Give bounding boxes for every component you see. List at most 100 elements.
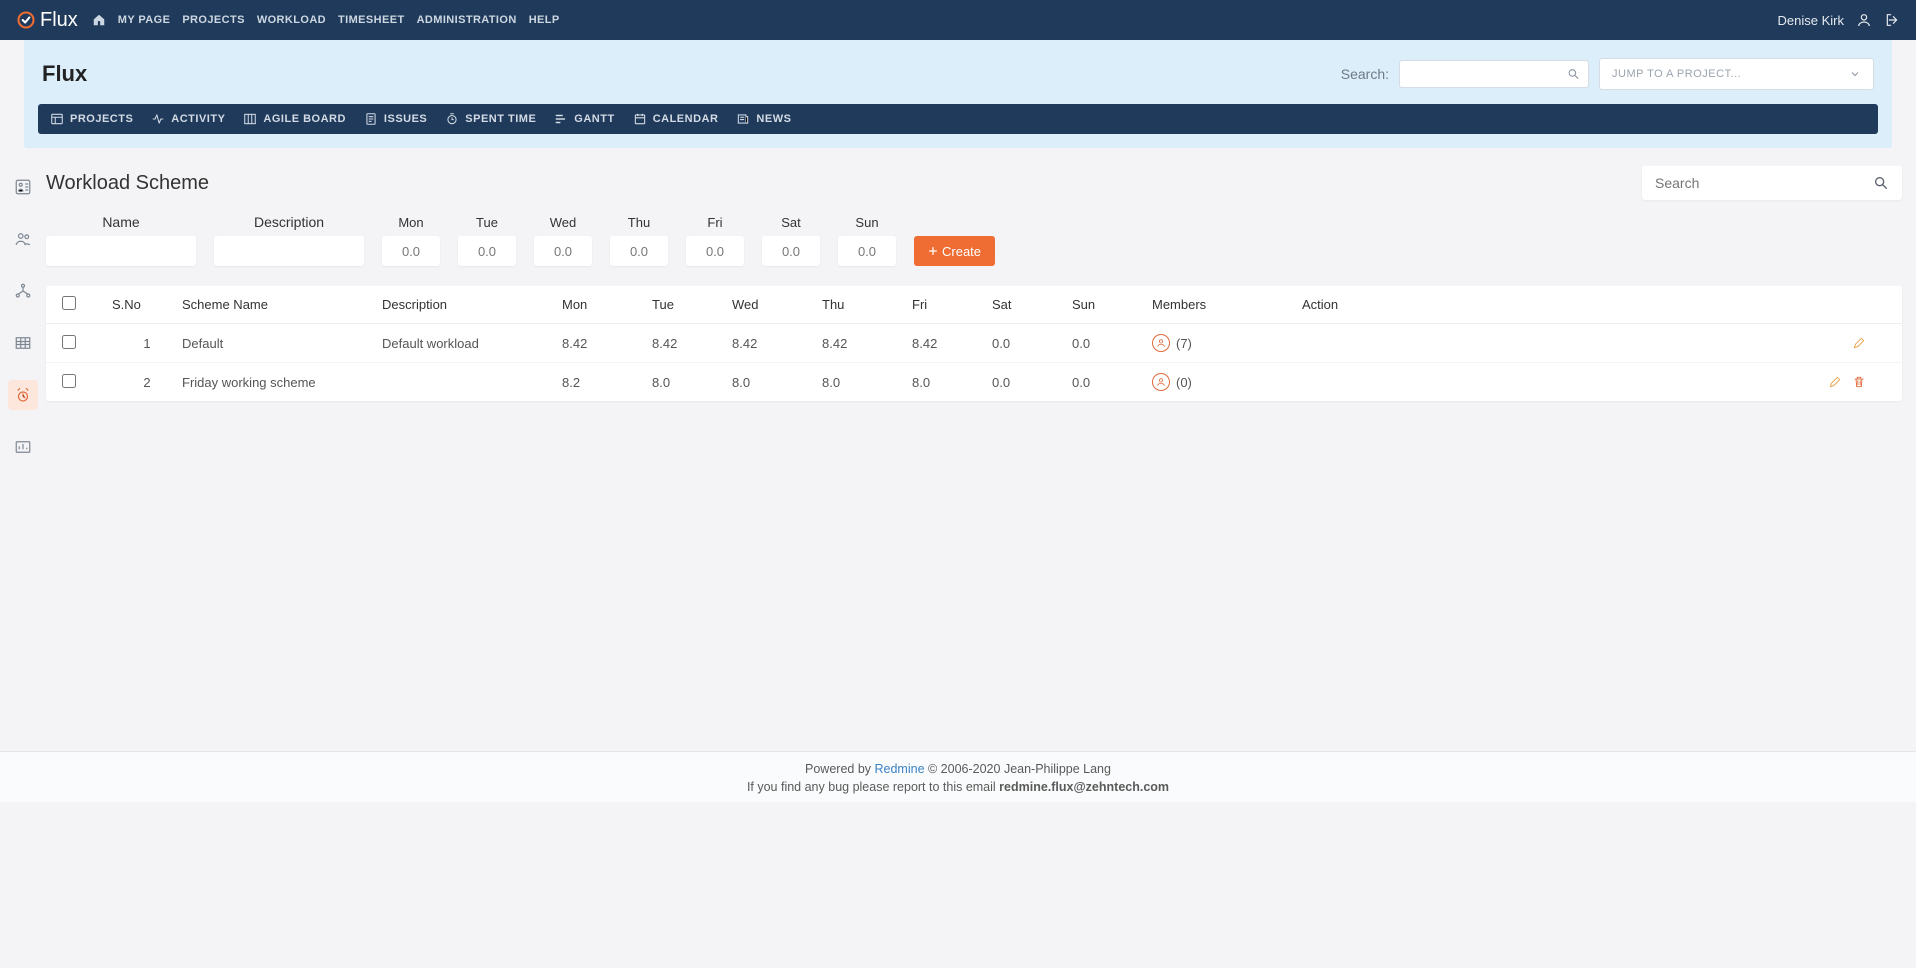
th-mon: Mon [562,297,652,312]
cell-members: (7) [1152,334,1302,352]
footer: Powered by Redmine © 2006-2020 Jean-Phil… [0,751,1916,802]
clock-icon [445,112,459,126]
trash-icon[interactable] [1852,375,1866,389]
label-description: Description [254,214,324,230]
search-icon [1567,67,1580,81]
nav-home[interactable] [92,13,106,27]
cell-tue: 8.0 [652,375,732,390]
sidebar [0,148,46,751]
brand-text: Flux [40,9,78,32]
cell-tue: 8.42 [652,336,732,351]
table-row: 2Friday working scheme8.28.08.08.08.00.0… [46,363,1902,401]
table-row: 1DefaultDefault workload8.428.428.428.42… [46,324,1902,363]
create-form: Name Description Mon Tue Wed Thu [46,214,1902,266]
edit-icon[interactable] [1852,336,1866,350]
news-icon [736,112,750,126]
input-sat[interactable] [762,236,820,266]
th-members: Members [1152,297,1302,312]
footer-redmine-link[interactable]: Redmine [875,762,925,776]
th-fri: Fri [912,297,992,312]
top-nav: MY PAGE PROJECTS WORKLOAD TIMESHEET ADMI… [92,13,560,27]
cell-sat: 0.0 [992,336,1072,351]
edit-icon[interactable] [1828,375,1842,389]
label-wed: Wed [550,215,577,230]
brand-logo[interactable]: Flux [16,9,78,32]
cell-action [1302,336,1886,350]
page-search-input[interactable] [1655,175,1873,191]
logout-icon[interactable] [1884,12,1900,28]
flux-logo-icon [16,10,36,30]
cell-fri: 8.0 [912,375,992,390]
nav-timesheet[interactable]: TIMESHEET [338,14,405,26]
footer-bug-prefix: If you find any bug please report to thi… [747,780,999,794]
topbar: Flux MY PAGE PROJECTS WORKLOAD TIMESHEET… [0,0,1916,40]
nav-help[interactable]: HELP [529,14,560,26]
page-search[interactable] [1642,166,1902,200]
th-scheme: Scheme Name [182,297,382,312]
page-title: Workload Scheme [46,172,209,195]
board-icon [243,112,257,126]
sidebar-allocation[interactable] [8,172,38,202]
cell-mon: 8.2 [562,375,652,390]
sidebar-table[interactable] [8,328,38,358]
select-all-checkbox[interactable] [62,296,76,310]
cell-scheme: Friday working scheme [182,375,382,390]
th-sno: S.No [112,297,182,312]
input-thu[interactable] [610,236,668,266]
submenu: PROJECTS ACTIVITY AGILE BOARD ISSUES SPE… [38,104,1878,134]
row-checkbox[interactable] [62,374,76,388]
nav-workload[interactable]: WORKLOAD [257,14,326,26]
cell-sno: 1 [112,336,182,351]
submenu-spenttime[interactable]: SPENT TIME [445,112,536,126]
nav-mypage[interactable]: MY PAGE [118,14,171,26]
label-name: Name [102,214,139,230]
global-search-input[interactable] [1408,67,1567,82]
sidebar-network[interactable] [8,276,38,306]
sidebar-report[interactable] [8,432,38,462]
input-sun[interactable] [838,236,896,266]
footer-bug-email: redmine.flux@zehntech.com [999,780,1169,794]
cell-thu: 8.42 [822,336,912,351]
search-icon [1873,175,1889,191]
footer-copyright: © 2006-2020 Jean-Philippe Lang [925,762,1111,776]
calendar-icon [633,112,647,126]
global-search[interactable] [1399,60,1589,88]
label-tue: Tue [476,215,498,230]
members-count: (0) [1176,375,1192,390]
nav-projects[interactable]: PROJECTS [182,14,245,26]
issues-icon [364,112,378,126]
label-fri: Fri [707,215,722,230]
submenu-calendar[interactable]: CALENDAR [633,112,719,126]
submenu-news[interactable]: NEWS [736,112,791,126]
nav-administration[interactable]: ADMINISTRATION [417,14,517,26]
user-icon[interactable] [1856,12,1872,28]
cell-thu: 8.0 [822,375,912,390]
sidebar-workload-scheme[interactable] [8,380,38,410]
submenu-gantt[interactable]: GANTT [554,112,614,126]
input-description[interactable] [214,236,364,266]
submenu-issues[interactable]: ISSUES [364,112,427,126]
input-wed[interactable] [534,236,592,266]
submenu-activity[interactable]: ACTIVITY [151,112,225,126]
input-mon[interactable] [382,236,440,266]
search-label: Search: [1341,66,1389,82]
sidebar-team[interactable] [8,224,38,254]
submenu-agile[interactable]: AGILE BOARD [243,112,346,126]
cell-desc: Default workload [382,336,562,351]
cell-fri: 8.42 [912,336,992,351]
th-action: Action [1302,297,1886,312]
project-jump-dropdown[interactable]: JUMP TO A PROJECT... [1599,58,1874,90]
members-icon [1152,373,1170,391]
input-tue[interactable] [458,236,516,266]
th-desc: Description [382,297,562,312]
subheader-title: Flux [42,61,87,87]
input-fri[interactable] [686,236,744,266]
home-icon [92,13,106,27]
create-button[interactable]: Create [914,236,995,266]
plus-icon [928,246,938,256]
submenu-projects[interactable]: PROJECTS [50,112,133,126]
th-sat: Sat [992,297,1072,312]
user-name[interactable]: Denise Kirk [1778,13,1844,28]
row-checkbox[interactable] [62,335,76,349]
input-name[interactable] [46,236,196,266]
